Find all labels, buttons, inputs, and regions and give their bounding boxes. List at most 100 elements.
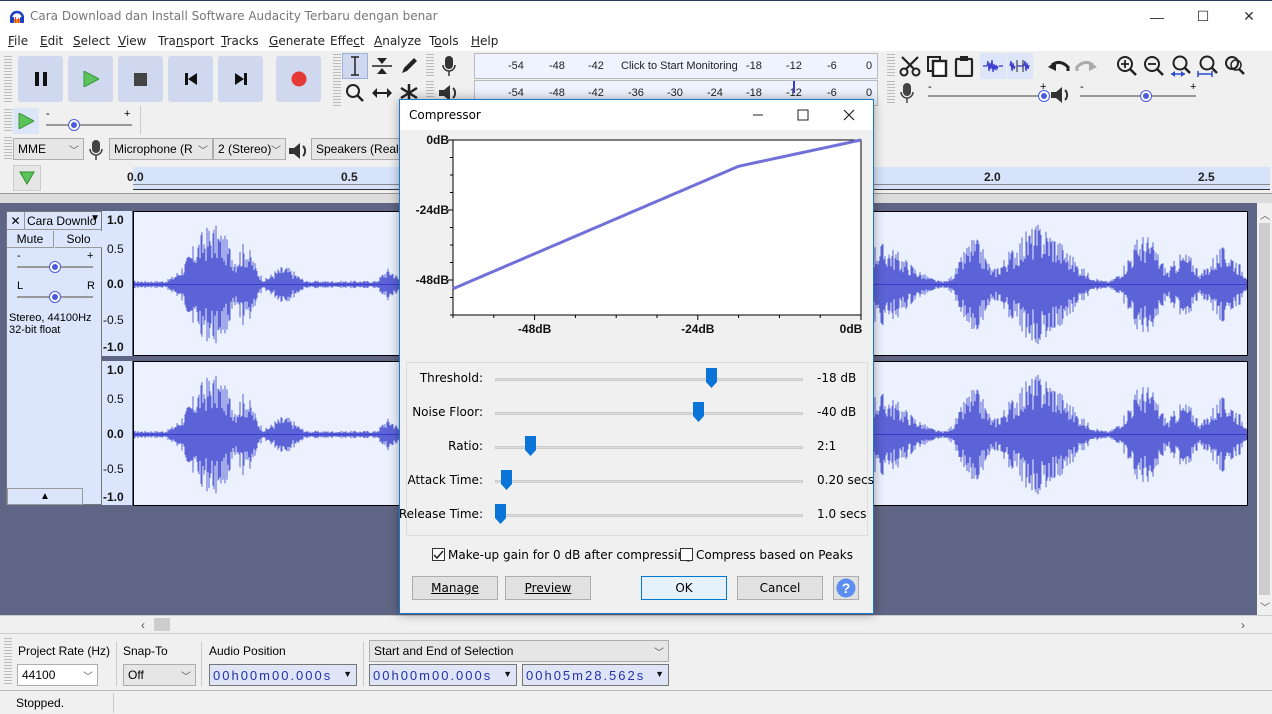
slider-thumb[interactable] <box>705 368 717 388</box>
audio-host-select[interactable]: MME ﹀ <box>13 138 84 160</box>
zoom-tool-button[interactable] <box>342 80 368 106</box>
slider-track[interactable] <box>495 412 803 415</box>
menu-file[interactable]: File <box>8 34 28 48</box>
slider-track[interactable] <box>495 514 803 517</box>
envelope-tool-button[interactable] <box>369 53 395 79</box>
gain-thumb[interactable] <box>50 262 60 272</box>
vertical-scrollbar[interactable]: ︿ ﹀ <box>1257 203 1272 615</box>
menu-help[interactable]: Help <box>471 34 498 48</box>
menu-tools[interactable]: Tools <box>429 34 459 48</box>
trim-audio-button[interactable] <box>980 53 1006 79</box>
slider-thumb[interactable] <box>525 436 537 456</box>
slider-track[interactable] <box>495 378 803 381</box>
start-monitoring-prompt[interactable]: Click to Start Monitoring <box>618 60 741 72</box>
minimize-button[interactable]: — <box>1134 1 1180 32</box>
paste-button[interactable] <box>951 53 977 79</box>
slider-thumb[interactable] <box>500 470 512 490</box>
undo-button[interactable] <box>1046 53 1072 79</box>
playback-device-select[interactable]: Speakers (Real <box>311 138 406 160</box>
vertical-scroll-thumb[interactable] <box>1259 223 1270 595</box>
triangle-down-icon[interactable]: ▼ <box>343 669 354 679</box>
makeup-gain-checkbox[interactable] <box>432 548 445 561</box>
draw-tool-button[interactable] <box>396 53 422 79</box>
triangle-down-icon[interactable]: ▼ <box>503 669 514 679</box>
play-at-speed-button[interactable] <box>13 108 39 134</box>
pause-button[interactable] <box>18 56 63 102</box>
menu-generate[interactable]: Generate <box>269 34 325 48</box>
recording-channels-select[interactable]: 2 (Stereo) ﹀ <box>213 138 286 160</box>
horizontal-scroll-thumb[interactable] <box>154 618 170 631</box>
zoom-in-button[interactable] <box>1114 53 1140 79</box>
maximize-button[interactable]: ☐ <box>1180 1 1226 32</box>
play-button[interactable] <box>68 56 113 102</box>
selection-mode-select[interactable]: Start and End of Selection ﹀ <box>369 640 669 662</box>
slider-thumb[interactable] <box>494 504 506 524</box>
help-button[interactable]: ? <box>833 576 859 600</box>
record-meter-grip[interactable] <box>426 54 434 78</box>
selection-toolbar-grip[interactable] <box>4 638 12 686</box>
copy-button[interactable] <box>924 53 950 79</box>
scroll-down-icon[interactable]: ﹀ <box>1260 599 1270 614</box>
audio-position-field[interactable]: 00h00m00.000s ▼ <box>209 664 357 686</box>
gain-slider[interactable] <box>17 262 93 272</box>
ok-button[interactable]: OK <box>641 576 727 600</box>
scroll-up-icon[interactable]: ︿ <box>1260 207 1270 222</box>
recording-device-select[interactable]: Microphone (R ﹀ <box>109 138 213 160</box>
play-at-speed-grip[interactable] <box>4 109 12 133</box>
silence-audio-button[interactable] <box>1007 53 1033 79</box>
playback-volume-thumb[interactable] <box>1141 91 1152 101</box>
menu-select[interactable]: Select <box>73 34 110 48</box>
pan-thumb[interactable] <box>50 292 60 302</box>
horizontal-scrollbar[interactable]: ‹ › <box>0 615 1272 633</box>
redo-button[interactable] <box>1073 53 1099 79</box>
selection-start-field[interactable]: 00h00m00.000s ▼ <box>369 664 517 686</box>
close-track-button[interactable]: ✕ <box>7 212 25 230</box>
edit-toolbar-grip[interactable] <box>887 54 895 78</box>
skip-to-start-button[interactable] <box>168 56 213 102</box>
menu-analyze[interactable]: Analyze <box>374 34 421 48</box>
cut-button[interactable] <box>897 53 923 79</box>
scroll-left-icon[interactable]: ‹ <box>141 618 145 632</box>
slider-thumb[interactable] <box>693 402 705 422</box>
menu-transport[interactable]: Transport <box>158 34 214 48</box>
collapse-track-button[interactable]: ▲ <box>7 488 83 505</box>
device-toolbar-grip[interactable] <box>4 137 12 161</box>
dialog-close-button[interactable] <box>834 103 864 127</box>
pan-slider[interactable] <box>17 292 93 302</box>
timeline-options-button[interactable] <box>13 165 41 191</box>
time-shift-tool-button[interactable] <box>369 80 395 106</box>
play-speed-thumb[interactable] <box>69 120 80 130</box>
stop-button[interactable] <box>118 56 163 102</box>
transport-toolbar-grip[interactable] <box>4 56 12 104</box>
playback-volume-slider[interactable] <box>1080 91 1196 101</box>
project-rate-select[interactable]: 44100 ﹀ <box>17 664 98 686</box>
tools-toolbar-grip[interactable] <box>333 54 341 106</box>
menu-tracks[interactable]: Tracks <box>221 34 259 48</box>
track-name-menu[interactable]: Cara Downlo ▼ <box>25 212 102 230</box>
menu-view[interactable]: View <box>118 34 146 48</box>
record-button[interactable] <box>276 56 321 102</box>
cancel-button[interactable]: Cancel <box>737 576 823 600</box>
record-volume-slider[interactable] <box>928 91 1049 101</box>
solo-button[interactable]: Solo <box>55 231 102 248</box>
record-meter[interactable]: -54 -48 -42 Click to Start Monitoring -1… <box>474 53 878 79</box>
menu-effect[interactable]: Effect <box>330 34 365 48</box>
record-meter-button[interactable] <box>436 53 462 79</box>
mixer-toolbar-grip[interactable] <box>887 81 895 105</box>
slider-track[interactable] <box>495 446 803 449</box>
manage-button[interactable]: Manage <box>412 576 498 600</box>
selection-tool-button[interactable] <box>342 53 368 79</box>
preview-button[interactable]: Preview <box>505 576 591 600</box>
close-button[interactable]: ✕ <box>1226 1 1272 32</box>
zoom-toggle-button[interactable] <box>1222 53 1248 79</box>
zoom-out-button[interactable] <box>1141 53 1167 79</box>
snap-to-select[interactable]: Off ﹀ <box>123 664 196 686</box>
slider-track[interactable] <box>495 480 803 483</box>
mute-button[interactable]: Mute <box>7 231 54 248</box>
record-volume-thumb[interactable] <box>1039 91 1049 101</box>
menu-edit[interactable]: Edit <box>40 34 63 48</box>
dialog-maximize-button[interactable] <box>788 103 818 127</box>
fit-project-button[interactable] <box>1195 53 1221 79</box>
dialog-minimize-button[interactable] <box>743 103 773 127</box>
triangle-down-icon[interactable]: ▼ <box>655 669 666 679</box>
